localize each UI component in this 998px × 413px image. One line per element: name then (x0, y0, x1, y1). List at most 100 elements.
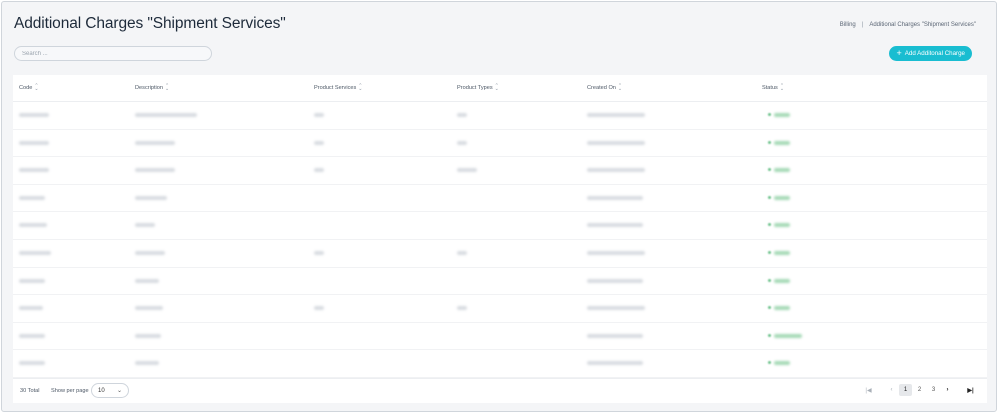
footer-divider (13, 378, 987, 379)
table-row[interactable] (13, 323, 987, 351)
status-badge (774, 361, 790, 366)
column-header-label: Code (19, 85, 33, 91)
status-dot-icon (768, 333, 771, 337)
chevron-down-icon: ⌄ (116, 388, 122, 394)
status-dot-icon (768, 168, 771, 172)
blurred-cell (587, 361, 643, 366)
status-badge (774, 278, 790, 283)
status-badge (774, 333, 802, 338)
breadcrumb: Billing | Additional Charges "Shipment S… (840, 22, 976, 28)
blurred-cell (314, 140, 324, 145)
column-header-label: Product Types (457, 85, 493, 91)
sort-icon: ⌃ ⌄ (494, 83, 499, 92)
column-header-label: Created On (587, 85, 616, 91)
column-header-product-types[interactable]: Product Types ⌃ ⌄ (457, 83, 499, 92)
status-dot-icon (768, 361, 771, 365)
search-input[interactable] (14, 46, 212, 61)
page-button-3[interactable]: 3 (927, 384, 940, 396)
blurred-cell (19, 168, 49, 173)
status-badge (774, 168, 790, 173)
blurred-cell (19, 278, 45, 283)
status-badge (774, 195, 790, 200)
blurred-cell (587, 333, 643, 338)
blurred-cell (135, 251, 165, 255)
first-page-icon[interactable]: |◀ (862, 384, 875, 396)
sort-icon: ⌃ ⌄ (617, 83, 623, 92)
blurred-cell (19, 306, 43, 311)
status-dot-icon (768, 113, 771, 116)
page-button-2[interactable]: 2 (913, 384, 926, 396)
per-page-label: Show per page (51, 388, 89, 394)
breadcrumb-billing[interactable]: Billing (840, 22, 856, 28)
blurred-cell (587, 278, 643, 283)
blurred-cell (314, 168, 324, 173)
app-window: Additional Charges "Shipment Services" B… (1, 1, 997, 412)
breadcrumb-current: Additional Charges "Shipment Services" (869, 22, 976, 28)
add-additional-charge-button[interactable]: + Add Additonal Charge (888, 46, 972, 61)
per-page-value: 10 (98, 387, 105, 394)
blurred-cell (135, 223, 155, 228)
blurred-cell (314, 113, 324, 117)
blurred-cell (457, 251, 467, 255)
table-row[interactable] (13, 295, 987, 323)
charges-table: Code ⌃ ⌄ Description ⌃ ⌄ Product Services … (13, 75, 987, 403)
next-page-icon[interactable]: › (941, 384, 954, 396)
blurred-cell (457, 306, 467, 311)
blurred-cell (19, 223, 47, 228)
blurred-cell (587, 113, 645, 117)
table-row[interactable] (13, 240, 987, 268)
blurred-cell (135, 168, 175, 173)
status-dot-icon (768, 306, 771, 310)
column-header-created-on[interactable]: Created On ⌃ ⌄ (587, 83, 623, 92)
add-button-label: Add Additonal Charge (904, 50, 965, 57)
blurred-cell (587, 251, 645, 255)
table-row[interactable] (13, 102, 987, 130)
blurred-cell (135, 140, 175, 145)
breadcrumb-separator: | (861, 22, 864, 28)
column-header-label: Status (762, 85, 778, 91)
per-page-select[interactable]: 10 ⌄ (91, 383, 129, 398)
blurred-cell (314, 306, 324, 311)
blurred-cell (314, 251, 324, 255)
column-header-code[interactable]: Code ⌃ ⌄ (19, 83, 39, 92)
sort-icon: ⌃ ⌄ (34, 83, 39, 92)
blurred-cell (135, 278, 159, 283)
status-badge (774, 251, 790, 255)
table-row[interactable] (13, 350, 987, 378)
sort-icon: ⌃ ⌄ (779, 83, 785, 92)
status-badge (774, 113, 790, 117)
plus-icon: + (896, 48, 902, 58)
column-header-label: Description (135, 85, 163, 91)
table-row[interactable] (13, 157, 987, 185)
status-dot-icon (768, 223, 771, 227)
pagination: |◀ ‹ 1 2 3 › ▶| (862, 384, 977, 396)
blurred-cell (587, 168, 645, 173)
blurred-cell (587, 140, 645, 145)
table-row[interactable] (13, 268, 987, 296)
column-header-description[interactable]: Description ⌃ ⌄ (135, 83, 170, 92)
status-dot-icon (768, 251, 771, 254)
prev-page-icon[interactable]: ‹ (885, 384, 898, 396)
blurred-cell (135, 195, 167, 200)
table-row[interactable] (13, 130, 987, 158)
table-row[interactable] (13, 212, 987, 240)
blurred-cell (457, 140, 467, 145)
blurred-cell (457, 113, 467, 117)
status-dot-icon (768, 195, 771, 199)
blurred-cell (587, 306, 645, 311)
column-header-product-services[interactable]: Product Services ⌃ ⌄ (314, 83, 363, 92)
column-header-status[interactable]: Status ⌃ ⌄ (762, 83, 785, 92)
blurred-cell (135, 306, 163, 311)
blurred-cell (19, 140, 49, 145)
sort-icon: ⌃ ⌄ (164, 83, 170, 92)
table-row[interactable] (13, 185, 987, 213)
blurred-cell (135, 113, 197, 117)
blurred-cell (19, 251, 51, 255)
total-count: 30 Total (20, 388, 40, 394)
sort-icon: ⌃ ⌄ (358, 83, 363, 92)
status-badge (774, 140, 790, 145)
status-dot-icon (768, 278, 771, 282)
status-dot-icon (768, 140, 771, 144)
page-button-1[interactable]: 1 (899, 384, 912, 396)
last-page-icon[interactable]: ▶| (964, 384, 977, 396)
